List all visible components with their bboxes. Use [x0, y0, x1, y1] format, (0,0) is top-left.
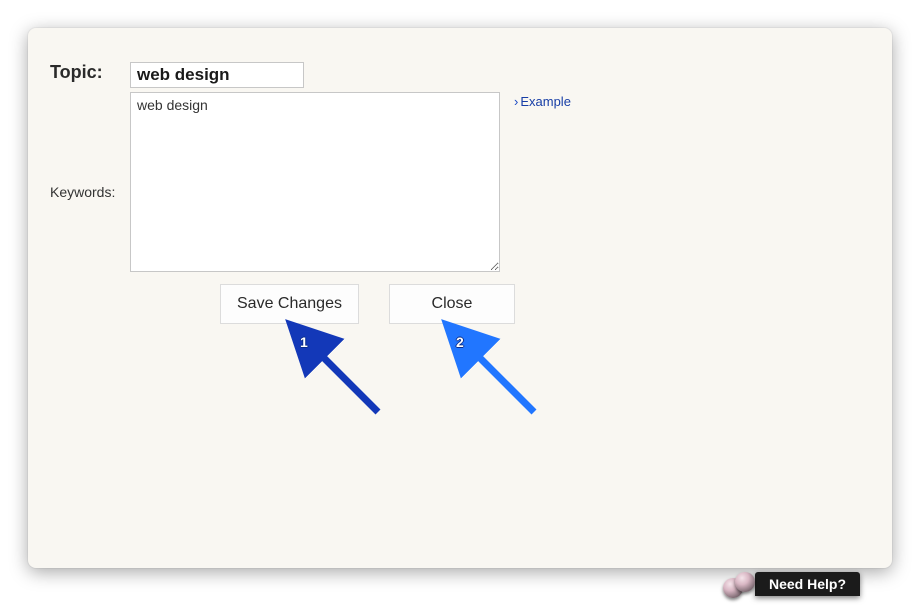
- close-button[interactable]: Close: [389, 284, 515, 324]
- keywords-textarea[interactable]: [130, 92, 500, 272]
- button-row: Save Changes Close: [220, 284, 515, 324]
- keywords-control: › Example: [130, 92, 571, 272]
- save-changes-button[interactable]: Save Changes: [220, 284, 359, 324]
- dialog-panel: Topic: Keywords: › Example Save Changes …: [28, 28, 892, 568]
- example-link-text: Example: [520, 94, 571, 109]
- need-help-widget[interactable]: Need Help?: [723, 572, 860, 596]
- keywords-row: Keywords: › Example: [28, 92, 571, 272]
- topic-control: [130, 62, 304, 88]
- need-help-label: Need Help?: [755, 572, 860, 596]
- topic-input[interactable]: [130, 62, 304, 88]
- annotation-number-2: 2: [456, 334, 464, 350]
- annotation-arrow-1: 1: [282, 316, 392, 431]
- annotation-number-1: 1: [300, 334, 308, 350]
- topic-label: Topic:: [28, 62, 130, 83]
- chevron-right-icon: ›: [514, 94, 518, 109]
- topic-row: Topic:: [28, 62, 304, 88]
- example-link[interactable]: › Example: [514, 94, 571, 109]
- binoculars-icon: [723, 572, 757, 598]
- keywords-label: Keywords:: [28, 184, 130, 200]
- annotation-arrow-2: 2: [438, 316, 548, 431]
